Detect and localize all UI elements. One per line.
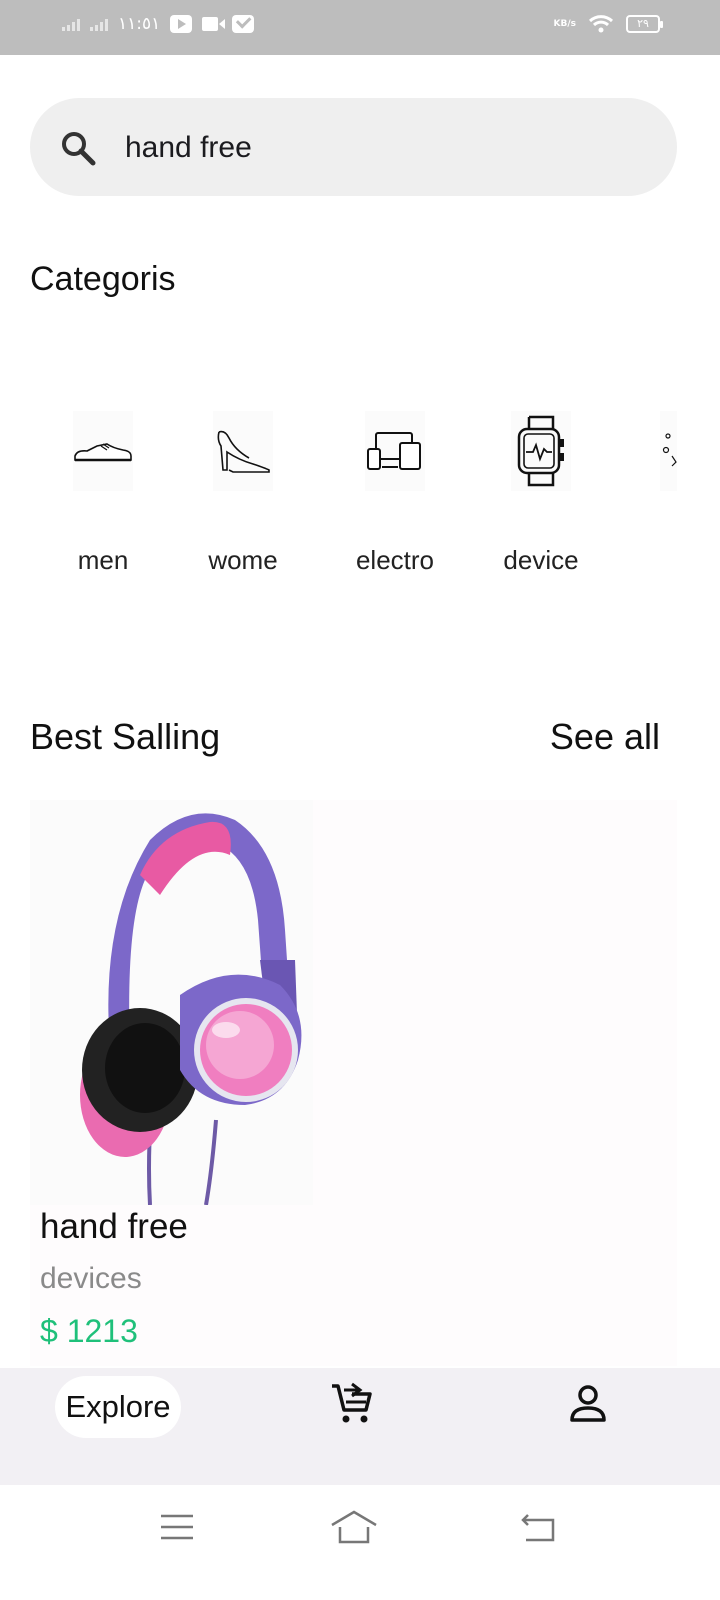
battery-icon: ٢٩	[626, 15, 663, 33]
shoe-icon	[73, 411, 133, 491]
category-label: device	[503, 545, 579, 575]
back-icon[interactable]	[520, 1511, 556, 1543]
home-icon[interactable]	[330, 1509, 378, 1545]
wifi-icon	[588, 15, 614, 33]
mail-icon	[232, 15, 255, 33]
category-item-toys[interactable]: t	[622, 405, 677, 595]
person-icon[interactable]	[568, 1384, 608, 1424]
search-bar[interactable]	[30, 98, 677, 196]
cart-add-icon[interactable]	[330, 1382, 374, 1426]
category-item-women[interactable]: wome	[178, 405, 308, 595]
search-input[interactable]	[125, 126, 625, 170]
signal-icon-2	[90, 17, 108, 31]
product-card[interactable]: hand free devices $ 1213	[30, 800, 677, 1366]
menu-icon[interactable]	[160, 1513, 194, 1541]
category-label: t	[622, 545, 677, 576]
status-bar: ١١:٥١ KB/s ٢٩	[0, 0, 720, 55]
categories-list[interactable]: men wome electro device	[30, 405, 677, 595]
see-all-link[interactable]: See all	[550, 716, 660, 758]
status-left: ١١:٥١	[62, 14, 255, 34]
category-label: wome	[208, 545, 278, 575]
status-time: ١١:٥١	[118, 14, 161, 34]
network-speed: KB/s	[553, 19, 576, 29]
categories-title: Categoris	[30, 260, 176, 298]
bottom-navigation: Explore	[0, 1368, 720, 1485]
signal-icon	[62, 17, 80, 31]
status-right: KB/s ٢٩	[553, 14, 663, 34]
category-item-device[interactable]: device	[476, 405, 606, 595]
category-label: electro	[355, 545, 435, 575]
product-price: $ 1213	[40, 1313, 138, 1349]
video-camera-icon	[202, 17, 226, 31]
category-label: men	[77, 545, 129, 575]
search-icon	[62, 132, 96, 166]
nav-explore-button[interactable]: Explore	[55, 1376, 181, 1438]
category-item-men[interactable]: men	[38, 405, 168, 595]
category-item-electro[interactable]: electro	[330, 405, 460, 595]
product-category: devices	[40, 1262, 142, 1295]
smartwatch-icon	[511, 411, 571, 491]
best-selling-title: Best Salling	[30, 716, 221, 757]
devices-icon	[365, 411, 425, 491]
headphones-image	[30, 800, 313, 1205]
system-navigation	[0, 1485, 720, 1600]
youtube-icon	[170, 15, 193, 33]
high-heel-icon	[213, 411, 273, 491]
product-name: hand free	[40, 1207, 188, 1246]
toy-icon	[660, 411, 677, 491]
